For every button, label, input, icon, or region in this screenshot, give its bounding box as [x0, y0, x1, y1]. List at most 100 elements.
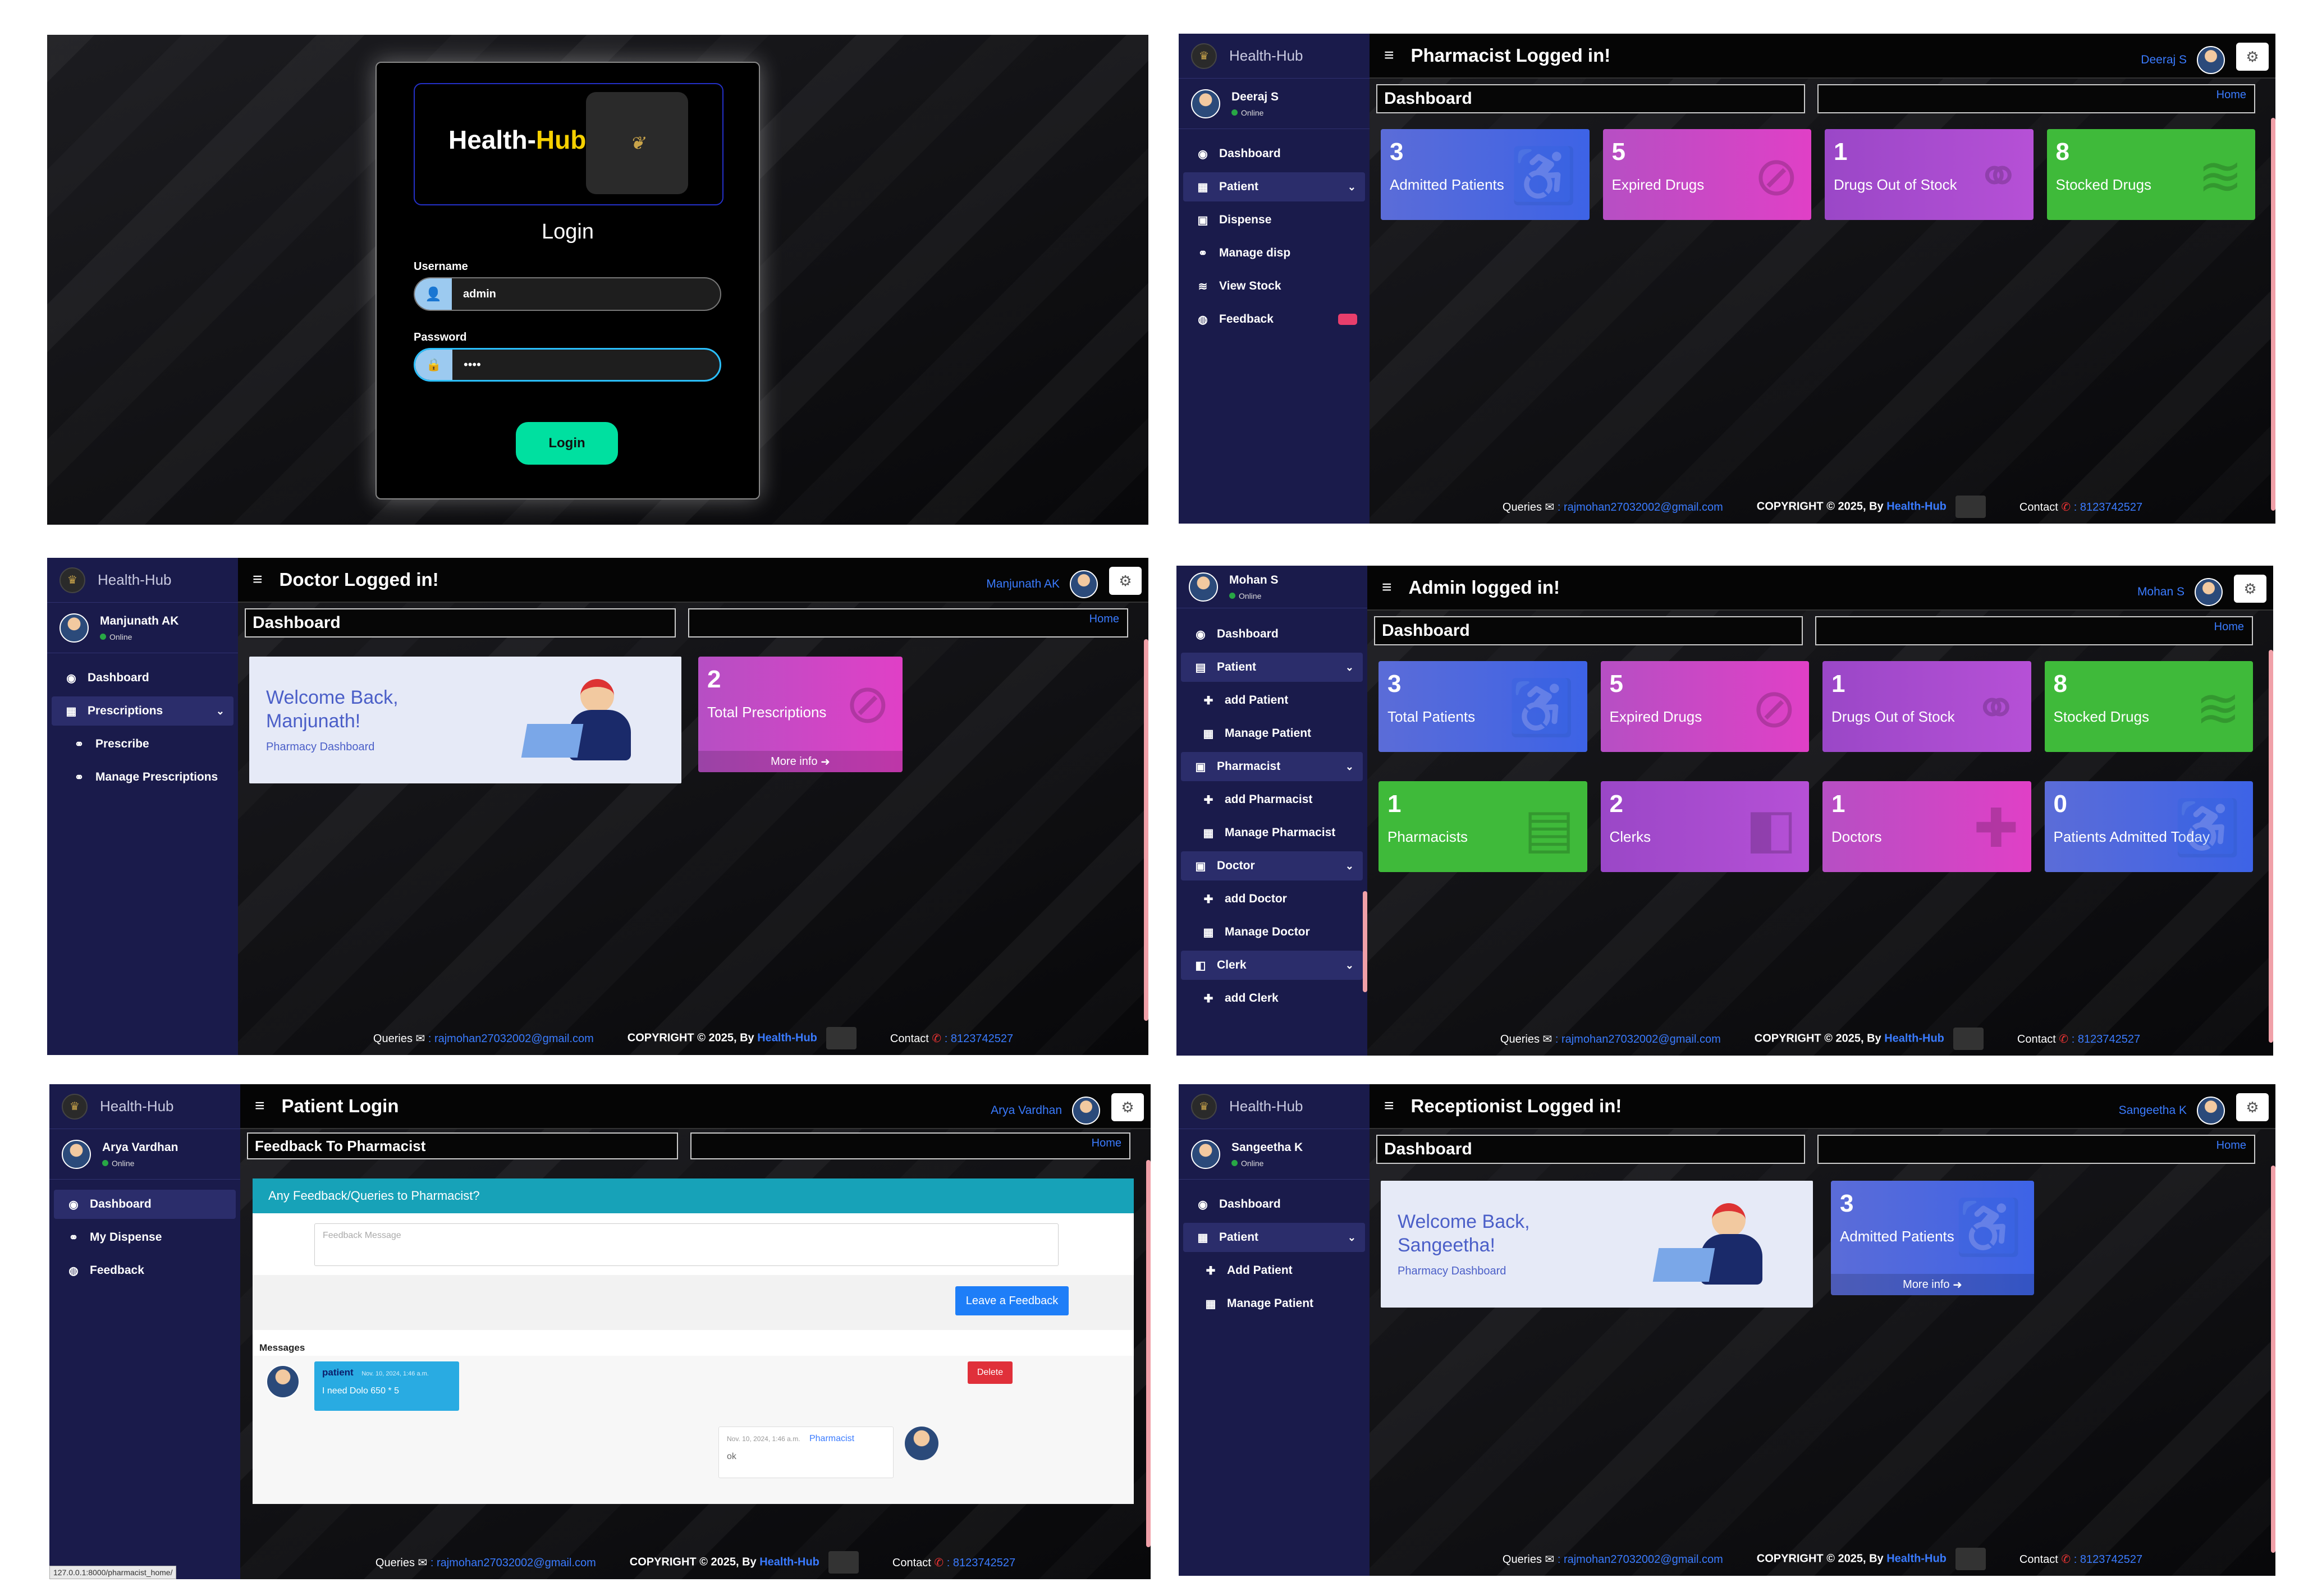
sidebar-item-patient[interactable]: ▦ Patient ⌄	[1183, 1223, 1365, 1252]
delete-button[interactable]: Delete	[968, 1361, 1013, 1384]
sidebar-item-patient[interactable]: ▦ Patient ⌄	[1183, 172, 1365, 201]
stat-card[interactable]: 3 Admitted Patients ♿	[1381, 129, 1590, 220]
stat-card[interactable]: 0 Patients Admitted Today ♿	[2044, 781, 2253, 872]
feedback-textarea[interactable]: Feedback Message	[314, 1223, 1059, 1266]
sidebar-item-add-patient[interactable]: ✚ add Patient	[1181, 686, 1363, 715]
password-field[interactable]: 🔒 ••••	[414, 348, 721, 382]
home-link[interactable]: Home	[2216, 1139, 2246, 1159]
footer: Queries ✉ : rajmohan27032002@gmail.com C…	[240, 1551, 1151, 1574]
sidebar-item-patient[interactable]: ▤ Patient ⌄	[1181, 653, 1363, 682]
email-link[interactable]: : rajmohan27032002@gmail.com	[431, 1557, 596, 1569]
sidebar-item-manage-disp[interactable]: ⚭ Manage disp	[1183, 239, 1365, 268]
sidebar-item-doctor[interactable]: ▣ Doctor ⌄	[1181, 851, 1363, 880]
sidebar-item-dashboard[interactable]: ◉ Dashboard	[1183, 139, 1365, 168]
stat-card[interactable]: 1 Drugs Out of Stock ⚭	[1822, 661, 2031, 752]
menu-icon[interactable]: ≡	[1384, 46, 1394, 65]
topbar-user[interactable]: Sangeetha K	[2119, 1097, 2225, 1125]
sidebar-item-feedback[interactable]: ◍ Feedback	[1183, 305, 1365, 334]
sidebar-brand[interactable]: ♛ Health-Hub	[47, 558, 238, 603]
sidebar-item-add-patient[interactable]: ✚ Add Patient	[1183, 1256, 1365, 1285]
stat-card[interactable]: 1 Pharmacists ▤	[1379, 781, 1587, 872]
main-area: ≡ Admin logged in! Mohan S ⚙ Dashboard Hom…	[1367, 566, 2273, 1056]
home-link[interactable]: Home	[2214, 621, 2244, 641]
medkit-icon: ▣	[1197, 214, 1208, 227]
scrollbar[interactable]	[2271, 1166, 2275, 1553]
sidebar-item-add-doctor[interactable]: ✚ add Doctor	[1181, 884, 1363, 914]
scrollbar[interactable]	[2271, 118, 2275, 511]
brand-logo-icon: ♛	[1191, 1093, 1217, 1120]
sidebar-item-manage-patient[interactable]: ▦ Manage Patient	[1183, 1289, 1365, 1318]
more-info-link[interactable]: More info ➜	[698, 751, 903, 772]
sidebar-brand[interactable]: ♛ Health-Hub	[49, 1084, 240, 1129]
sidebar-item-clerk[interactable]: ◧ Clerk ⌄	[1181, 951, 1363, 980]
sidebar-item-manage-prescriptions[interactable]: ⚭ Manage Prescriptions	[52, 763, 233, 792]
home-link[interactable]: Home	[1092, 1137, 1121, 1155]
scrollbar[interactable]	[1144, 639, 1148, 1021]
sidebar-brand[interactable]: ♛ Health-Hub	[1179, 34, 1370, 79]
email-link[interactable]: : rajmohan27032002@gmail.com	[428, 1033, 594, 1045]
home-link[interactable]: Home	[1089, 613, 1119, 633]
settings-gear-button[interactable]: ⚙	[1109, 567, 1142, 595]
sidebar-item-dashboard[interactable]: ◉ Dashboard	[1183, 1190, 1365, 1219]
sidebar-scrollbar[interactable]	[1363, 891, 1367, 992]
stat-card[interactable]: 8 Stocked Drugs ≋	[2046, 129, 2255, 220]
footer: Queries ✉ : rajmohan27032002@gmail.com C…	[1370, 1548, 2275, 1570]
stat-card[interactable]: 2 Clerks ◧	[1600, 781, 1809, 872]
grid-icon: ▦	[1203, 827, 1214, 840]
settings-gear-button[interactable]: ⚙	[2236, 43, 2269, 71]
footer-logo	[1955, 1548, 1986, 1570]
sidebar-brand[interactable]: ♛ Health-Hub	[1179, 1084, 1370, 1129]
stat-card[interactable]: 3 Total Patients ♿	[1379, 661, 1587, 752]
sidebar-item-dashboard[interactable]: ◉ Dashboard	[54, 1190, 236, 1219]
settings-gear-button[interactable]: ⚙	[1111, 1093, 1144, 1121]
sidebar-item-manage-patient[interactable]: ▦ Manage Patient	[1181, 719, 1363, 748]
scrollbar[interactable]	[2269, 650, 2273, 1043]
patient-feedback-page: ♛ Health-Hub Arya Vardhan Online ◉ Dashboar…	[49, 1084, 1151, 1579]
sidebar-item-dashboard[interactable]: ◉ Dashboard	[1181, 620, 1363, 649]
email-link[interactable]: : rajmohan27032002@gmail.com	[1558, 1553, 1723, 1566]
menu-icon[interactable]: ≡	[1382, 578, 1392, 597]
topbar-user[interactable]: Deeraj S	[2141, 46, 2225, 74]
topbar-user[interactable]: Mohan S	[2137, 578, 2223, 606]
login-button[interactable]: Login	[516, 422, 618, 465]
sidebar-item-pharmacist[interactable]: ▣ Pharmacist ⌄	[1181, 752, 1363, 781]
sidebar-item-feedback[interactable]: ◍ Feedback	[54, 1256, 236, 1285]
sidebar-item-prescribe[interactable]: ⚭ Prescribe	[52, 730, 233, 759]
sidebar-user: Manjunath AK Online	[47, 603, 238, 653]
scrollbar[interactable]	[1146, 1160, 1151, 1547]
stat-card[interactable]: 1 Drugs Out of Stock ⚭	[1825, 129, 2034, 220]
wheelchair-icon: ♿	[2173, 798, 2241, 858]
stat-card[interactable]: 5 Expired Drugs ⊘	[1600, 661, 1809, 752]
settings-gear-button[interactable]: ⚙	[2236, 1093, 2269, 1121]
sidebar-item-manage-doctor[interactable]: ▦ Manage Doctor	[1181, 918, 1363, 947]
email-link[interactable]: : rajmohan27032002@gmail.com	[1558, 501, 1723, 513]
username-field[interactable]: 👤 admin	[414, 277, 721, 311]
phone-icon: ✆	[932, 1032, 942, 1045]
email-link[interactable]: : rajmohan27032002@gmail.com	[1555, 1033, 1721, 1045]
stat-card-prescriptions[interactable]: 2 Total Prescriptions ⊘ More info ➜	[698, 657, 903, 772]
stat-card[interactable]: 1 Doctors ✚	[1822, 781, 2031, 872]
sidebar-item-dashboard[interactable]: ◉ Dashboard	[52, 663, 233, 692]
home-link[interactable]: Home	[2216, 89, 2246, 109]
sidebar-item-add-pharmacist[interactable]: ✚ add Pharmacist	[1181, 785, 1363, 814]
stat-card[interactable]: 5 Expired Drugs ⊘	[1602, 129, 1811, 220]
sidebar-item-view-stock[interactable]: ≋ View Stock	[1183, 272, 1365, 301]
topbar-user[interactable]: Arya Vardhan	[991, 1097, 1100, 1125]
topbar-user[interactable]: Manjunath AK	[986, 570, 1098, 598]
user-plus-icon: ✚	[1206, 1264, 1216, 1277]
sidebar-item-dispense[interactable]: ▣ Dispense	[1183, 205, 1365, 235]
sidebar-item-manage-pharmacist[interactable]: ▦ Manage Pharmacist	[1181, 818, 1363, 847]
menu-icon[interactable]: ≡	[1384, 1097, 1394, 1116]
stat-card[interactable]: 8 Stocked Drugs ≋	[2044, 661, 2253, 752]
online-dot-icon	[1231, 109, 1238, 116]
more-info-link[interactable]: More info ➜	[1831, 1274, 2034, 1295]
login-box: Health-Hub ❦ Login Username 👤 admin Pass…	[375, 62, 760, 499]
leave-feedback-button[interactable]: Leave a Feedback	[955, 1286, 1069, 1315]
stat-card-admitted[interactable]: 3 Admitted Patients ♿ More info ➜	[1831, 1181, 2034, 1295]
menu-icon[interactable]: ≡	[255, 1097, 265, 1116]
sidebar-item-add-clerk[interactable]: ✚ add Clerk	[1181, 984, 1363, 1013]
settings-gear-button[interactable]: ⚙	[2234, 575, 2266, 603]
sidebar-item-prescriptions[interactable]: ▦ Prescriptions ⌄	[52, 696, 233, 726]
sidebar-item-my-dispense[interactable]: ⚭ My Dispense	[54, 1223, 236, 1252]
menu-icon[interactable]: ≡	[253, 570, 263, 589]
